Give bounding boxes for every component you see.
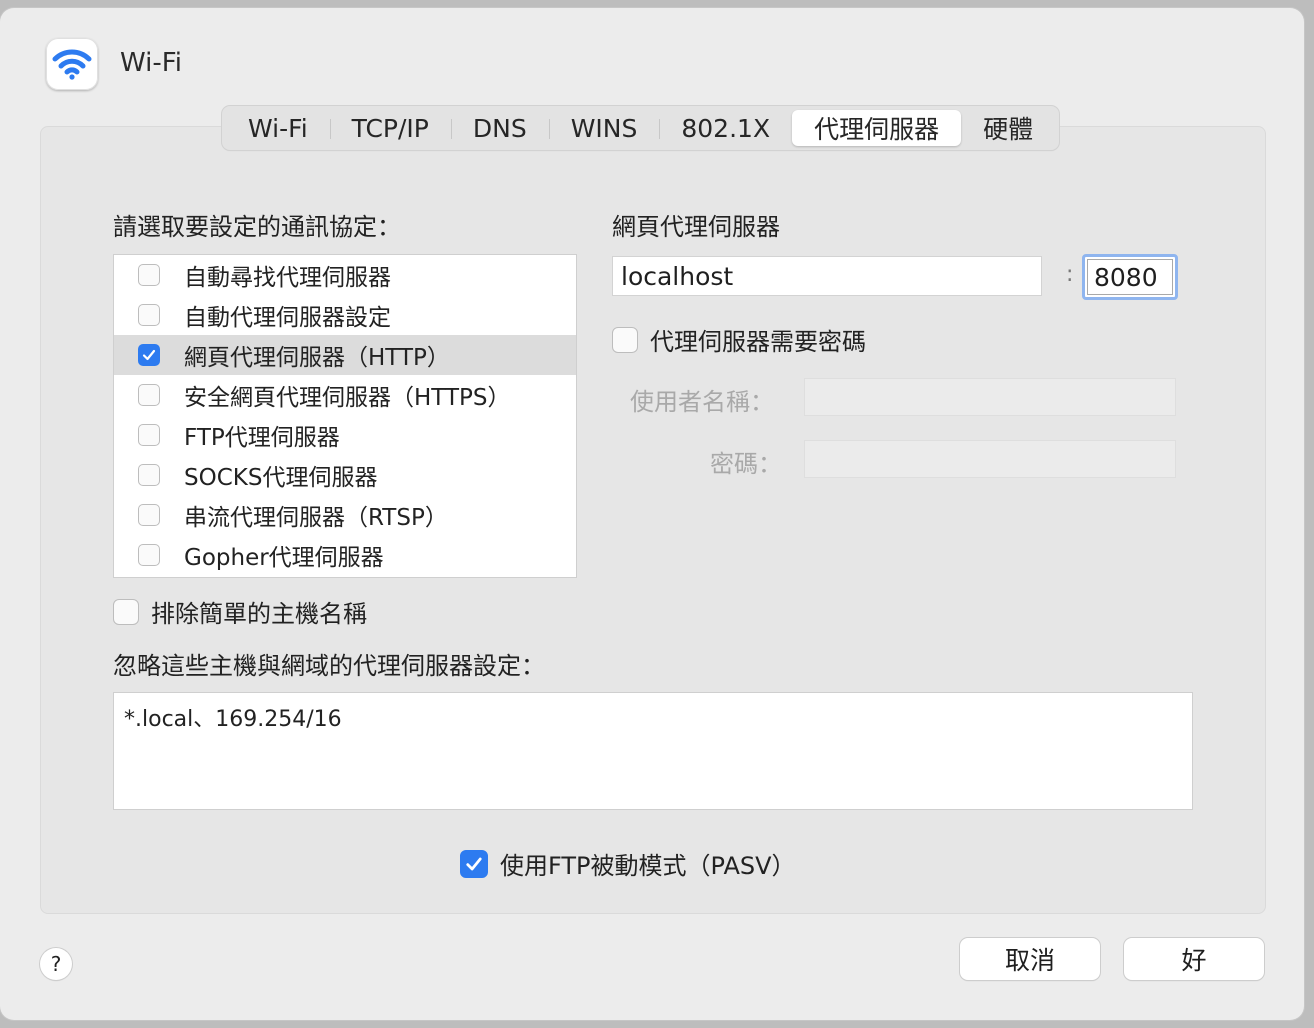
tab-8021x[interactable]: 802.1X: [659, 110, 792, 146]
list-item[interactable]: SOCKS代理伺服器: [114, 455, 576, 495]
proxy-port-value[interactable]: 8080: [1087, 259, 1173, 295]
requires-password-label: 代理伺服器需要密碼: [650, 328, 866, 356]
bypass-label: 忽略這些主機與網域的代理伺服器設定：: [113, 652, 545, 680]
tab-wifi[interactable]: Wi-Fi: [226, 110, 330, 146]
tab-bar: Wi-Fi TCP/IP DNS WINS 802.1X 代理伺服器 硬體: [222, 106, 1060, 150]
checkbox[interactable]: [138, 344, 160, 366]
password-field[interactable]: [804, 440, 1176, 478]
bypass-hosts-textarea[interactable]: *.local、169.254/16: [113, 692, 1193, 810]
proxy-config-heading: 網頁代理伺服器: [612, 213, 780, 241]
pasv-option[interactable]: 使用FTP被動模式（PASV）: [460, 846, 796, 881]
protocol-list-heading: 請選取要設定的通訊協定：: [113, 213, 401, 241]
tab-tcpip[interactable]: TCP/IP: [329, 110, 451, 146]
list-item-label: FTP代理伺服器: [184, 425, 340, 451]
tab-hardware[interactable]: 硬體: [961, 110, 1055, 146]
checkbox[interactable]: [113, 598, 139, 625]
list-item[interactable]: 串流代理伺服器（RTSP）: [114, 495, 576, 535]
list-item[interactable]: FTP代理伺服器: [114, 415, 576, 455]
list-item[interactable]: 安全網頁代理伺服器（HTTPS）: [114, 375, 576, 415]
wifi-icon: [52, 49, 92, 80]
window-title: Wi-Fi: [120, 48, 183, 78]
tab-dns[interactable]: DNS: [450, 110, 549, 146]
help-button[interactable]: ?: [40, 948, 72, 980]
list-item-label: 網頁代理伺服器（HTTP）: [184, 345, 450, 371]
exclude-simple-hostnames-label: 排除簡單的主機名稱: [151, 600, 367, 628]
list-item-label: 自動代理伺服器設定: [184, 305, 391, 331]
port-separator: :: [1066, 262, 1074, 287]
protocol-list: 自動尋找代理伺服器 自動代理伺服器設定 網頁代理伺服器（HTTP） 安全網頁代理…: [113, 254, 577, 578]
checkbox[interactable]: [138, 544, 160, 566]
checkbox[interactable]: [460, 849, 488, 878]
wifi-app-icon: [46, 38, 98, 90]
proxy-port-field[interactable]: 8080: [1082, 254, 1178, 300]
checkbox[interactable]: [612, 326, 638, 353]
list-item-label: SOCKS代理伺服器: [184, 465, 378, 491]
exclude-simple-hostnames-option[interactable]: 排除簡單的主機名稱: [113, 594, 367, 629]
list-item[interactable]: 自動代理伺服器設定: [114, 295, 576, 335]
checkbox[interactable]: [138, 424, 160, 446]
list-item[interactable]: Gopher代理伺服器: [114, 535, 576, 575]
username-label: 使用者名稱：: [630, 388, 774, 416]
tab-wins[interactable]: WINS: [548, 110, 660, 146]
password-label: 密碼：: [710, 450, 782, 478]
list-item[interactable]: 自動尋找代理伺服器: [114, 255, 576, 295]
list-item-label: Gopher代理伺服器: [184, 545, 384, 571]
list-item-label: 自動尋找代理伺服器: [184, 265, 391, 291]
username-field[interactable]: [804, 378, 1176, 416]
checkbox[interactable]: [138, 264, 160, 286]
list-item[interactable]: 網頁代理伺服器（HTTP）: [114, 335, 576, 375]
cancel-button[interactable]: 取消: [960, 938, 1100, 980]
checkbox[interactable]: [138, 464, 160, 486]
list-item-label: 串流代理伺服器（RTSP）: [184, 505, 448, 531]
tab-proxies[interactable]: 代理伺服器: [792, 110, 962, 146]
checkbox[interactable]: [138, 384, 160, 406]
ok-button[interactable]: 好: [1124, 938, 1264, 980]
checkmark-icon: [466, 857, 482, 870]
checkmark-icon: [142, 349, 156, 361]
requires-password-option[interactable]: 代理伺服器需要密碼: [612, 322, 866, 357]
list-item-label: 安全網頁代理伺服器（HTTPS）: [184, 385, 511, 411]
pasv-label: 使用FTP被動模式（PASV）: [500, 852, 796, 880]
checkbox[interactable]: [138, 304, 160, 326]
proxy-server-field[interactable]: localhost: [612, 256, 1042, 296]
checkbox[interactable]: [138, 504, 160, 526]
